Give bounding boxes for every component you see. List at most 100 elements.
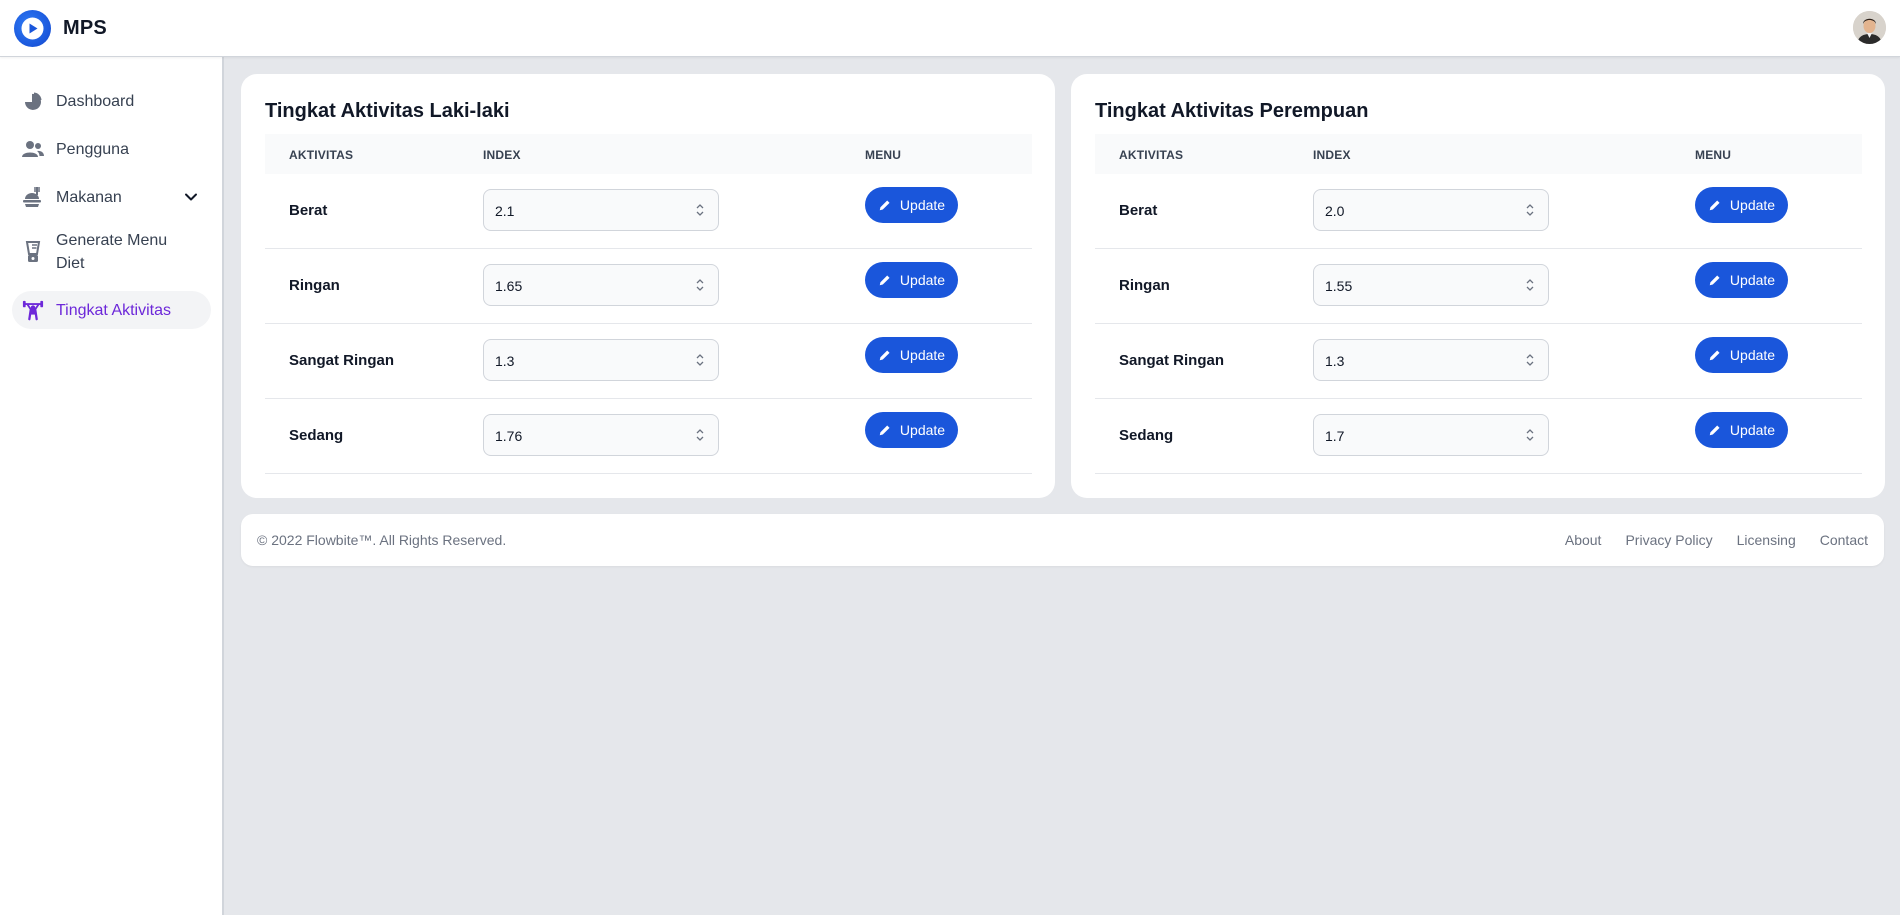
update-button[interactable]: Update bbox=[865, 262, 958, 298]
table-row: Ringan 1.55 Update bbox=[1095, 249, 1862, 324]
footer-links: About Privacy Policy Licensing Contact bbox=[1565, 532, 1868, 548]
update-button[interactable]: Update bbox=[1695, 187, 1788, 223]
index-number-input[interactable]: 2.0 bbox=[1313, 189, 1549, 231]
index-number-input[interactable]: 1.7 bbox=[1313, 414, 1549, 456]
column-header-aktivitas: AKTIVITAS bbox=[289, 148, 354, 162]
index-value: 1.65 bbox=[495, 278, 523, 294]
pencil-icon bbox=[879, 350, 890, 361]
female-activity-card: Tingkat Aktivitas Perempuan AKTIVITAS IN… bbox=[1071, 74, 1885, 498]
spinner-icon[interactable] bbox=[1524, 427, 1536, 443]
chevron-down-icon[interactable] bbox=[183, 189, 199, 205]
update-button[interactable]: Update bbox=[1695, 337, 1788, 373]
blender-icon bbox=[21, 240, 45, 264]
table-header: AKTIVITAS INDEX MENU bbox=[265, 134, 1032, 174]
chart-pie-icon bbox=[21, 89, 45, 113]
footer: © 2022 Flowbite™. All Rights Reserved. A… bbox=[241, 514, 1884, 566]
users-icon bbox=[21, 137, 45, 161]
sidebar-item-label: Dashboard bbox=[56, 92, 135, 110]
pencil-icon bbox=[879, 200, 890, 211]
column-header-index: INDEX bbox=[1313, 148, 1351, 162]
spinner-icon[interactable] bbox=[694, 427, 706, 443]
spinner-icon[interactable] bbox=[694, 202, 706, 218]
update-button[interactable]: Update bbox=[865, 412, 958, 448]
index-number-input[interactable]: 1.76 bbox=[483, 414, 719, 456]
table-row: Sedang 1.76 Update bbox=[265, 399, 1032, 474]
column-header-menu: MENU bbox=[865, 148, 902, 162]
sidebar-item-makanan[interactable]: Makanan bbox=[12, 177, 211, 217]
user-avatar[interactable] bbox=[1853, 11, 1886, 44]
pencil-icon bbox=[1709, 350, 1720, 361]
activity-name: Sedang bbox=[289, 427, 344, 444]
weightlifter-icon bbox=[21, 298, 45, 322]
index-value: 1.3 bbox=[495, 353, 515, 369]
activity-name: Ringan bbox=[1119, 277, 1170, 294]
pencil-icon bbox=[1709, 425, 1720, 436]
index-number-input[interactable]: 1.3 bbox=[483, 339, 719, 381]
footer-link-about[interactable]: About bbox=[1565, 532, 1602, 548]
index-value: 1.7 bbox=[1325, 428, 1345, 444]
pencil-icon bbox=[1709, 200, 1720, 211]
index-number-input[interactable]: 1.55 bbox=[1313, 264, 1549, 306]
spinner-icon[interactable] bbox=[694, 352, 706, 368]
index-value: 1.3 bbox=[1325, 353, 1345, 369]
index-number-input[interactable]: 1.65 bbox=[483, 264, 719, 306]
update-button-label: Update bbox=[1729, 272, 1776, 288]
card-title: Tingkat Aktivitas Laki-laki bbox=[265, 100, 510, 122]
table-row: Berat 2.1 Update bbox=[265, 174, 1032, 249]
index-value: 2.0 bbox=[1325, 203, 1345, 219]
update-button-label: Update bbox=[899, 347, 946, 363]
app-name: MPS bbox=[63, 17, 107, 39]
sidebar-item-tingkat-aktivitas[interactable]: Tingkat Aktivitas bbox=[12, 291, 211, 329]
logo-play-icon bbox=[14, 10, 51, 47]
update-button[interactable]: Update bbox=[1695, 262, 1788, 298]
food-icon bbox=[21, 185, 45, 209]
table-row: Sangat Ringan 1.3 Update bbox=[1095, 324, 1862, 399]
sidebar-item-label: Makanan bbox=[56, 188, 122, 206]
update-button-label: Update bbox=[899, 197, 946, 213]
sidebar-item-dashboard[interactable]: Dashboard bbox=[12, 81, 211, 121]
spinner-icon[interactable] bbox=[1524, 277, 1536, 293]
sidebar-item-label: Generate Menu Diet bbox=[56, 232, 168, 272]
sidebar-item-generate-menu-diet[interactable]: Generate Menu Diet bbox=[12, 224, 211, 280]
update-button-label: Update bbox=[899, 272, 946, 288]
pencil-icon bbox=[1709, 275, 1720, 286]
column-header-aktivitas: AKTIVITAS bbox=[1119, 148, 1184, 162]
copyright-text: © 2022 Flowbite™. All Rights Reserved. bbox=[257, 532, 507, 548]
update-button[interactable]: Update bbox=[1695, 412, 1788, 448]
top-navbar: MPS bbox=[0, 0, 1900, 57]
activity-name: Berat bbox=[1119, 202, 1158, 219]
sidebar: Dashboard Pengguna Makanan Generate Menu… bbox=[0, 57, 224, 915]
update-button-label: Update bbox=[1729, 197, 1776, 213]
update-button-label: Update bbox=[1729, 347, 1776, 363]
spinner-icon[interactable] bbox=[1524, 202, 1536, 218]
index-value: 2.1 bbox=[495, 203, 515, 219]
column-header-index: INDEX bbox=[483, 148, 521, 162]
table-row: Sangat Ringan 1.3 Update bbox=[265, 324, 1032, 399]
footer-link-privacy-policy[interactable]: Privacy Policy bbox=[1625, 532, 1712, 548]
activity-name: Sangat Ringan bbox=[1119, 352, 1225, 369]
table-header: AKTIVITAS INDEX MENU bbox=[1095, 134, 1862, 174]
sidebar-item-pengguna[interactable]: Pengguna bbox=[12, 129, 211, 169]
sidebar-item-label: Tingkat Aktivitas bbox=[56, 301, 172, 319]
footer-link-licensing[interactable]: Licensing bbox=[1737, 532, 1796, 548]
update-button-label: Update bbox=[899, 422, 946, 438]
table-row: Berat 2.0 Update bbox=[1095, 174, 1862, 249]
index-number-input[interactable]: 1.3 bbox=[1313, 339, 1549, 381]
column-header-menu: MENU bbox=[1695, 148, 1732, 162]
brand[interactable]: MPS bbox=[14, 10, 107, 47]
update-button[interactable]: Update bbox=[865, 337, 958, 373]
index-number-input[interactable]: 2.1 bbox=[483, 189, 719, 231]
sidebar-item-label: Pengguna bbox=[56, 140, 129, 158]
index-value: 1.55 bbox=[1325, 278, 1353, 294]
pencil-icon bbox=[879, 275, 890, 286]
card-title: Tingkat Aktivitas Perempuan bbox=[1095, 100, 1369, 122]
update-button[interactable]: Update bbox=[865, 187, 958, 223]
male-activity-card: Tingkat Aktivitas Laki-laki AKTIVITAS IN… bbox=[241, 74, 1055, 498]
pencil-icon bbox=[879, 425, 890, 436]
footer-link-contact[interactable]: Contact bbox=[1820, 532, 1868, 548]
spinner-icon[interactable] bbox=[694, 277, 706, 293]
update-button-label: Update bbox=[1729, 422, 1776, 438]
table-row: Sedang 1.7 Update bbox=[1095, 399, 1862, 474]
spinner-icon[interactable] bbox=[1524, 352, 1536, 368]
activity-name: Sangat Ringan bbox=[289, 352, 395, 369]
